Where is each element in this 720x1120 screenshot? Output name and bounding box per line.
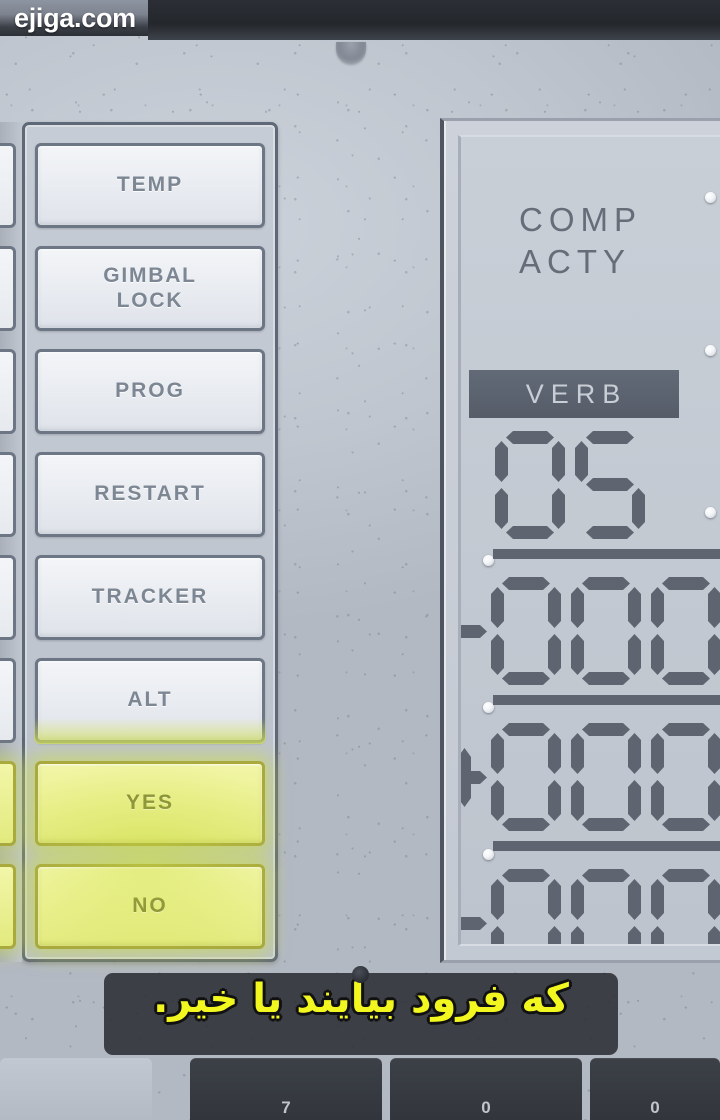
keypad-key-glyph: 0: [650, 1098, 660, 1117]
seven-segment-digit: [573, 431, 647, 539]
annunciator-tracker[interactable]: TRACKER: [35, 555, 265, 640]
seven-segment-digit: [649, 723, 720, 831]
dsky-display-panel: COMP ACTY VERB: [440, 118, 720, 963]
edge-annunciator[interactable]: [0, 555, 16, 640]
seven-segment-digit: [489, 869, 563, 946]
edge-annunciator[interactable]: [0, 246, 16, 331]
left-edge-annunciator-column: [0, 122, 16, 962]
annunciator-label: NO: [132, 894, 168, 918]
keypad-key[interactable]: 0: [590, 1058, 720, 1120]
dsky-screenshot: ejiga.com TEMP GIMBAL LOCK PROG RESTART: [0, 0, 720, 1120]
annunciator-list: TEMP GIMBAL LOCK PROG RESTART TRACKER AL…: [34, 143, 266, 949]
seven-segment-digit: [649, 577, 720, 685]
keypad-key-glyph: 7: [281, 1098, 291, 1117]
edge-annunciator[interactable]: [0, 143, 16, 228]
register-sign-plus-icon: [458, 723, 489, 831]
annunciator-temp[interactable]: TEMP: [35, 143, 265, 228]
panel-screw-icon: [705, 192, 716, 203]
annunciator-alt[interactable]: ALT: [34, 658, 266, 744]
panel-top-dark-band: [148, 0, 720, 40]
register-sign-minus-icon: [458, 577, 489, 685]
annunciator-label: RESTART: [94, 482, 206, 506]
verb-value-display: [493, 431, 653, 539]
seven-segment-digit: [493, 431, 567, 539]
keypad-key[interactable]: 7: [190, 1058, 382, 1120]
comp-acty-line1: COMP: [519, 201, 642, 238]
seven-segment-digit: [649, 869, 720, 946]
annunciator-no[interactable]: NO: [35, 864, 265, 949]
annunciator-label: TRACKER: [91, 585, 209, 609]
register-2-display: [458, 723, 720, 831]
edge-annunciator[interactable]: [0, 349, 16, 434]
annunciator-label: PROG: [115, 379, 185, 403]
annunciator-yes[interactable]: YES: [35, 761, 265, 846]
register-sign-minus-icon: [458, 869, 489, 946]
edge-annunciator[interactable]: [0, 658, 16, 743]
annunciator-label: YES: [125, 791, 175, 815]
register-divider: [493, 695, 720, 705]
seven-segment-digit: [569, 723, 643, 831]
verb-label-bar: VERB: [469, 370, 679, 418]
register-divider: [493, 549, 720, 559]
annunciator-gimbal-lock[interactable]: GIMBAL LOCK: [35, 246, 265, 331]
annunciator-label: ALT: [127, 688, 173, 712]
edge-annunciator[interactable]: [0, 452, 16, 537]
panel-screw-icon: [705, 507, 716, 518]
keypad-key-glyph: 0: [481, 1098, 491, 1117]
annunciator-label-line1: GIMBAL: [103, 263, 197, 287]
edge-annunciator-lit[interactable]: [0, 864, 16, 949]
verb-label: VERB: [525, 378, 628, 409]
seven-segment-digit: [489, 723, 563, 831]
seven-segment-digit: [569, 869, 643, 946]
seven-segment-digit: [569, 577, 643, 685]
dsky-display-face: COMP ACTY VERB: [458, 135, 720, 946]
keypad-bezel: [0, 1058, 152, 1120]
register-1-display: [458, 577, 720, 685]
edge-annunciator-lit[interactable]: [0, 761, 16, 846]
keypad-key[interactable]: 0: [390, 1058, 582, 1120]
annunciator-restart[interactable]: RESTART: [35, 452, 265, 537]
register-3-display: [458, 869, 720, 946]
register-divider: [493, 841, 720, 851]
comp-acty-label: COMP ACTY: [519, 199, 642, 283]
annunciator-label: TEMP: [116, 173, 184, 197]
panel-rivet-icon: [352, 966, 369, 983]
annunciator-prog[interactable]: PROG: [35, 349, 265, 434]
seven-segment-digit: [489, 577, 563, 685]
dsky-keypad-strip: 7 0 0: [0, 1058, 720, 1120]
panel-screw-icon: [705, 345, 716, 356]
annunciator-label-line2: LOCK: [116, 288, 184, 312]
comp-acty-line2: ACTY: [519, 243, 632, 281]
annunciator-label: GIMBAL LOCK: [103, 264, 197, 314]
subtitle-text: که فرود بیایند یا خیر.: [153, 976, 569, 1022]
site-watermark: ejiga.com: [14, 3, 136, 33]
